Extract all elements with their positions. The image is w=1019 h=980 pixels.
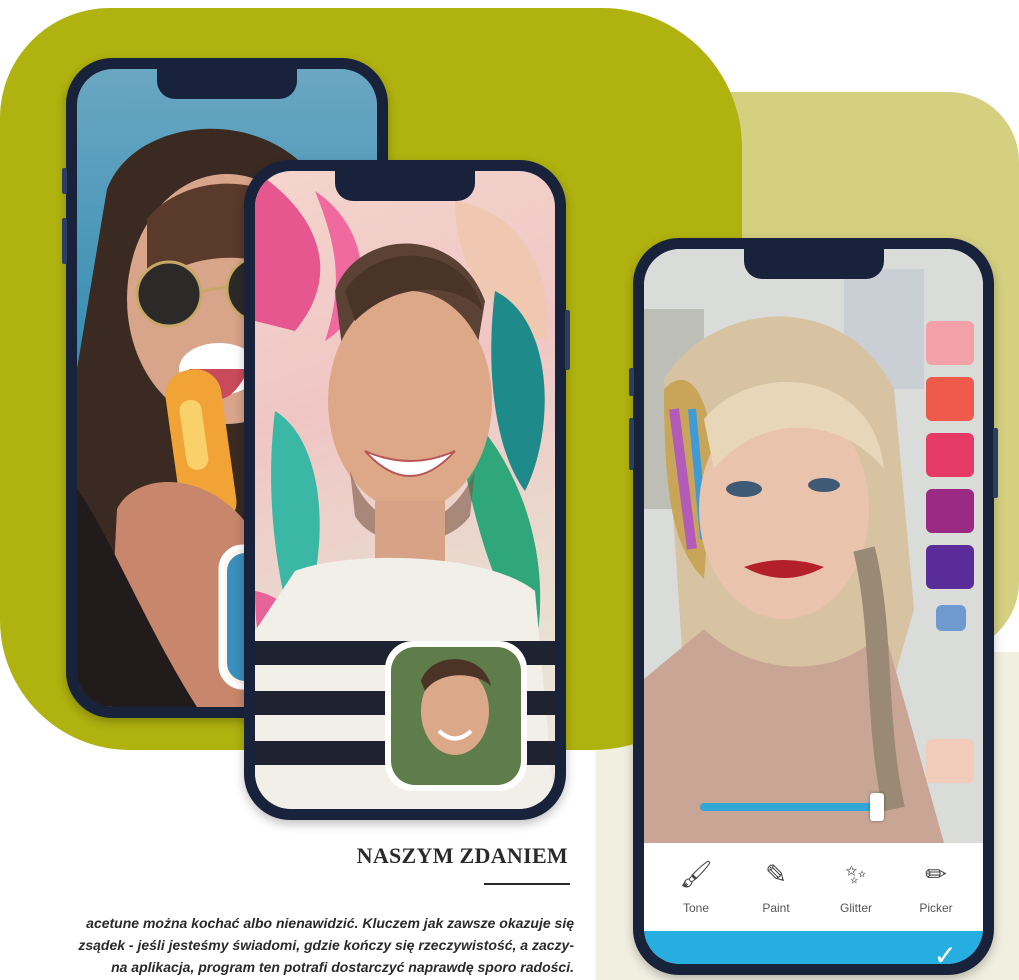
tool-paint[interactable]: ✎ Paint <box>736 843 816 931</box>
marker-icon: ✎ <box>765 859 787 889</box>
color-swatch-1[interactable] <box>926 321 974 365</box>
phone-screen <box>255 171 555 809</box>
confirm-bar: ✓ <box>644 931 983 964</box>
phone-mockup-editor: 🖌︎ Tone ✎ Paint ✨︎ Glitter ✏︎ Picker ✓ <box>629 238 998 975</box>
tool-glitter[interactable]: ✨︎ Glitter <box>816 843 896 931</box>
phone-notch <box>157 69 297 99</box>
side-button <box>993 428 998 498</box>
tool-label: Tone <box>682 901 710 915</box>
side-button <box>629 418 634 470</box>
body-text-line-1: acetune można kochać albo nienawidzić. K… <box>86 915 574 931</box>
section-heading: NASZYM ZDANIEM <box>356 843 568 868</box>
side-button <box>62 218 67 264</box>
phone-notch <box>335 171 475 201</box>
phone-screen: 🖌︎ Tone ✎ Paint ✨︎ Glitter ✏︎ Picker ✓ <box>644 249 983 964</box>
side-button <box>62 168 67 194</box>
side-button <box>565 310 570 370</box>
portrait-photo <box>255 171 555 809</box>
glitter-icon: ✨︎ <box>845 859 867 889</box>
color-swatch-3[interactable] <box>926 433 974 477</box>
color-swatch-5[interactable] <box>926 545 974 589</box>
heading-underline <box>484 883 570 885</box>
intensity-slider-track[interactable] <box>700 803 876 811</box>
tool-label: Paint <box>762 901 790 915</box>
phone-mockup-portrait <box>244 160 570 820</box>
pencil-icon: ✏︎ <box>925 859 947 889</box>
tool-label: Glitter <box>839 901 872 915</box>
tool-tone[interactable]: 🖌︎ Tone <box>656 843 736 931</box>
body-text-line-3: na aplikacja, program ten potrafi dostar… <box>111 959 574 975</box>
side-button <box>629 368 634 396</box>
body-text-line-2: zsądek - jeśli jesteśmy świadomi, gdzie … <box>78 937 574 953</box>
color-swatch-4[interactable] <box>926 489 974 533</box>
tool-label: Picker <box>919 901 953 915</box>
tool-bar: 🖌︎ Tone ✎ Paint ✨︎ Glitter ✏︎ Picker <box>644 843 983 931</box>
color-swatch-6[interactable] <box>936 605 966 631</box>
intensity-slider-handle[interactable] <box>870 793 884 821</box>
tool-picker[interactable]: ✏︎ Picker <box>896 843 976 931</box>
color-swatch-2[interactable] <box>926 377 974 421</box>
phone-notch <box>743 249 884 279</box>
checkmark-icon[interactable]: ✓ <box>934 939 957 964</box>
color-swatch-7[interactable] <box>926 739 974 783</box>
brush-icon: 🖌︎ <box>679 859 713 889</box>
